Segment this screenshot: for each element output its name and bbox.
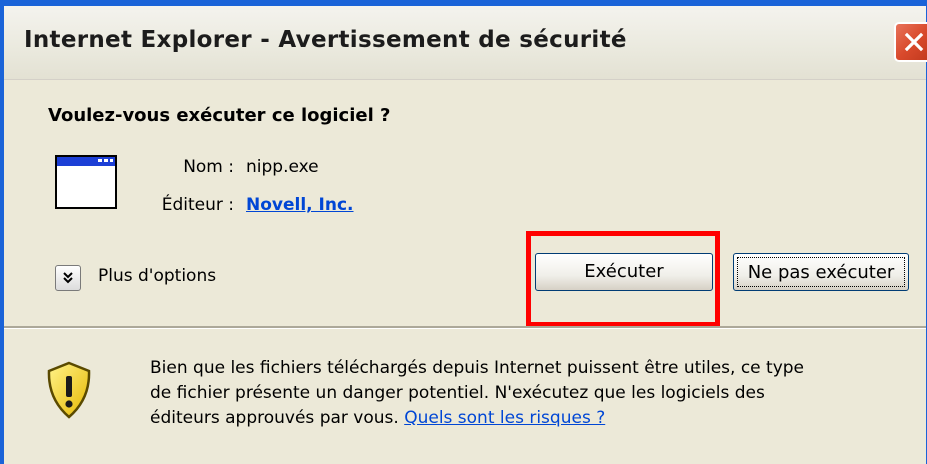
security-shield-warning-icon [47, 361, 91, 419]
warning-message: Bien que les fichiers téléchargés depuis… [150, 356, 910, 431]
warning-line-3-text: éditeurs approuvés par vous. [150, 408, 399, 428]
dialog-body: Voulez-vous exécuter ce logiciel ? Nom :… [4, 80, 926, 326]
publisher-label: Éditeur : [161, 195, 234, 215]
warning-line-3: éditeurs approuvés par vous. Quels sont … [150, 406, 910, 431]
warning-line-2: de fichier présente un danger potentiel.… [150, 383, 765, 403]
close-icon [904, 32, 924, 52]
name-label: Nom : [183, 157, 234, 177]
dont-run-button-label: Ne pas exécuter [737, 257, 905, 287]
window-title: Internet Explorer - Avertissement de séc… [24, 27, 627, 53]
dialog-question: Voulez-vous exécuter ce logiciel ? [48, 105, 391, 126]
highlight-box [526, 231, 720, 327]
publisher-link[interactable]: Novell, Inc. [246, 195, 354, 215]
title-bar[interactable]: Internet Explorer - Avertissement de séc… [4, 6, 927, 80]
close-button[interactable] [894, 22, 927, 62]
more-options-button[interactable] [55, 265, 81, 291]
dialog-window: Internet Explorer - Avertissement de séc… [0, 0, 927, 464]
more-options-label[interactable]: Plus d'options [98, 266, 216, 286]
warning-line-1: Bien que les fichiers téléchargés depuis… [150, 358, 805, 378]
name-value: nipp.exe [246, 157, 319, 177]
double-chevron-down-icon [63, 272, 73, 284]
risks-link[interactable]: Quels sont les risques ? [404, 408, 605, 428]
divider [4, 326, 926, 329]
dont-run-button[interactable]: Ne pas exécuter [733, 253, 909, 291]
